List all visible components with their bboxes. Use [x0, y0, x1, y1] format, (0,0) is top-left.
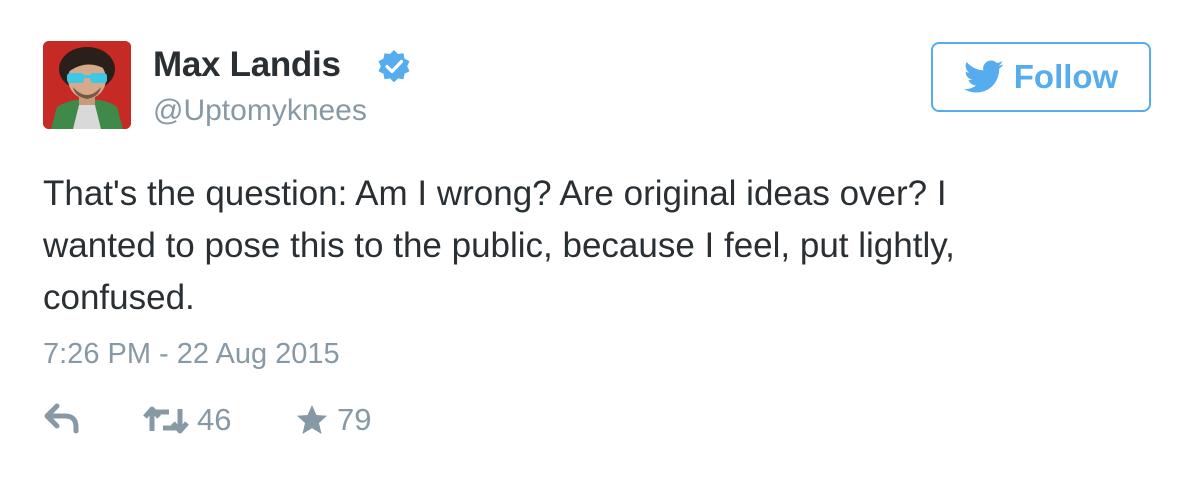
tweet-timestamp[interactable]: 7:26 PM - 22 Aug 2015 [43, 338, 340, 371]
reply-icon [44, 403, 79, 434]
twitter-bird-icon [963, 60, 1004, 93]
retweet-button[interactable]: 46 [143, 402, 231, 438]
follow-button[interactable]: Follow [931, 42, 1151, 112]
user-handle[interactable]: @Uptomyknees [153, 94, 367, 128]
favorite-count: 79 [337, 402, 372, 437]
display-name[interactable]: Max Landis [153, 45, 341, 85]
retweet-count: 46 [197, 402, 232, 437]
tweet-text: That's the question: Am I wrong? Are ori… [43, 168, 1163, 324]
tweet-text-line: confused. [43, 278, 195, 317]
tweet-card: Max Landis @Uptomyknees Follow That's th… [0, 0, 1200, 480]
star-icon [297, 405, 327, 434]
follow-button-label: Follow [1013, 58, 1119, 95]
avatar[interactable] [43, 41, 131, 129]
reply-button[interactable] [43, 402, 81, 436]
tweet-text-line: wanted to pose this to the public, becau… [43, 226, 955, 265]
verified-badge-icon [376, 49, 412, 85]
tweet-text-line: That's the question: Am I wrong? Are ori… [43, 174, 947, 213]
retweet-icon [143, 406, 189, 434]
favorite-button[interactable]: 79 [295, 402, 371, 438]
avatar-image [43, 41, 131, 129]
